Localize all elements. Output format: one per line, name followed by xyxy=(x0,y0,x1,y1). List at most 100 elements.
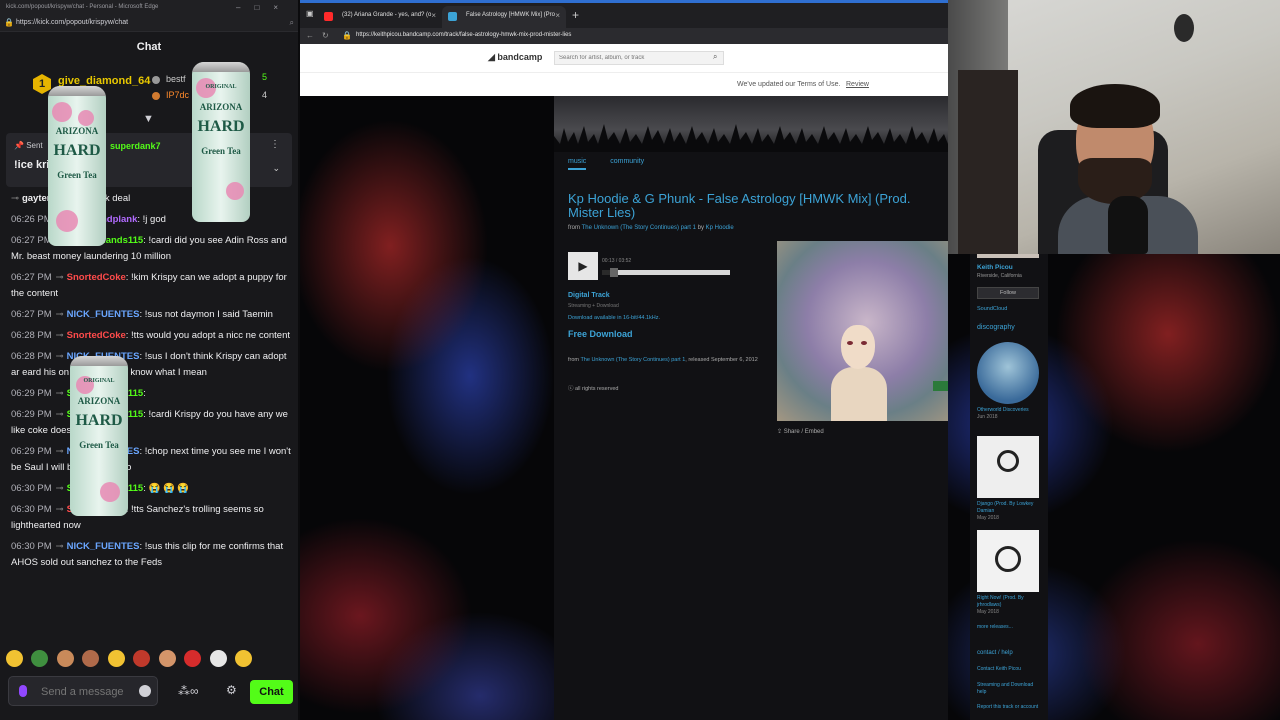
emote-icon[interactable] xyxy=(82,650,100,667)
address-url[interactable]: https://keithpicou.bandcamp.com/track/fa… xyxy=(356,32,571,38)
streaming-help-link[interactable]: Streaming and Download help xyxy=(977,682,1043,696)
emote-icon[interactable] xyxy=(235,650,253,667)
emoji-picker-icon[interactable] xyxy=(139,685,151,697)
send-chat-button[interactable]: Chat xyxy=(250,680,293,704)
message-username[interactable]: SnortedCoke xyxy=(67,330,126,341)
terms-review-link[interactable]: Review xyxy=(846,81,869,88)
artist-name[interactable]: Keith Picou xyxy=(977,264,1013,271)
more-options-icon[interactable]: ⋮ xyxy=(270,139,280,150)
emote-icon[interactable] xyxy=(107,650,125,667)
emote-icon[interactable] xyxy=(158,650,176,667)
cover-figure-face xyxy=(841,325,875,369)
progress-bar[interactable] xyxy=(602,268,730,277)
chevron-down-icon[interactable]: ⌄ xyxy=(272,163,280,174)
leaderboard-toggle-icon[interactable]: ▼ xyxy=(143,113,154,125)
follow-button[interactable]: Follow xyxy=(977,287,1039,299)
emote-icon[interactable] xyxy=(6,650,23,667)
rank-2-icon xyxy=(152,76,160,84)
user-badge-icon: ⊸ xyxy=(11,193,19,204)
contact-artist-link[interactable]: Contact Keith Picou xyxy=(977,666,1043,673)
search-icon[interactable]: ⌕ xyxy=(713,52,717,62)
pinned-text: !ice kri xyxy=(14,159,50,171)
play-button[interactable]: ▶ xyxy=(568,252,598,280)
release-caption[interactable]: Django (Prod. By Lowkey Damian May 2018 xyxy=(977,501,1043,522)
emote-icon[interactable] xyxy=(184,650,202,667)
kick-points-icon[interactable]: ⁂∞ xyxy=(178,684,199,698)
tab-bandcamp[interactable]: False Astrology [HMWK Mix] (Pro × xyxy=(442,6,566,28)
share-embed-link[interactable]: ⇪ Share / Embed xyxy=(777,428,824,435)
can-flavor: Green Tea xyxy=(57,170,97,180)
user-badge-icon: ⊸ xyxy=(55,272,64,283)
user-badge-icon: ⊸ xyxy=(55,483,64,494)
bandcamp-header: ◢ bandcamp ⌕ xyxy=(300,44,948,72)
more-releases-link[interactable]: more releases... xyxy=(977,624,1043,631)
message-input-box[interactable] xyxy=(8,676,158,706)
lock-icon: 🔒 xyxy=(4,18,14,27)
window-controls[interactable]: –□× xyxy=(236,3,292,12)
soundcloud-link[interactable]: SoundCloud xyxy=(977,306,1007,312)
message-input[interactable] xyxy=(41,683,141,701)
bandcamp-search-input[interactable] xyxy=(554,51,724,65)
release-caption[interactable]: Right Now! (Prod. By jrhrodlaws) May 2018 xyxy=(977,595,1043,616)
emote-icon[interactable] xyxy=(209,650,227,667)
chat-window-titlebar: kick.com/popout/krispyw/chat - Personal … xyxy=(0,0,298,16)
release-title: Django (Prod. By Lowkey Damian xyxy=(977,501,1034,514)
leaderboard-third-name[interactable]: IP7dc xyxy=(166,90,189,100)
can-brand: ARIZONA xyxy=(199,102,243,112)
address-bar[interactable]: ← ↻ 🔒 https://keithpicou.bandcamp.com/tr… xyxy=(300,28,948,44)
artist-link[interactable]: Kp Hoodie xyxy=(706,225,734,231)
tab-youtube[interactable]: (32) Ariana Grande - yes, and? (o × xyxy=(318,6,442,28)
album-link[interactable]: The Unknown (The Story Continues) part 1 xyxy=(582,225,696,231)
player-time: 00:13 / 03:52 xyxy=(602,258,632,264)
message-username[interactable]: SnortedCoke xyxy=(67,272,126,283)
chat-window-title: kick.com/popout/krispyw/chat - Personal … xyxy=(6,4,159,10)
chat-message: 06:29 PM⊸Sticky_hands115: !cardi Krispy … xyxy=(11,407,291,439)
can-hard: HARD xyxy=(75,412,123,429)
chat-message: 06:29 PM⊸NICK_FUENTES: !chop next time y… xyxy=(11,444,291,476)
message-text: !tts would you adopt a nicc ne content xyxy=(131,330,291,341)
chain-icon xyxy=(997,450,1019,472)
close-icon[interactable]: × xyxy=(555,11,560,20)
progress-handle[interactable] xyxy=(609,268,618,277)
chat-message: 06:28 PM ⊸ SnortedCoke: !tts would you ado… xyxy=(11,328,291,344)
contact-help-heading: contact / help xyxy=(977,650,1013,656)
release-album-link[interactable]: The Unknown (The Story Continues) part 1 xyxy=(580,357,685,363)
bandcamp-logo[interactable]: ◢ bandcamp xyxy=(488,52,542,63)
refresh-icon[interactable]: ↻ xyxy=(322,31,329,40)
message-username[interactable]: NICK_FUENTES xyxy=(67,541,140,552)
emote-icon[interactable] xyxy=(133,650,151,667)
webcam-lamp xyxy=(1174,14,1194,42)
microphone-icon[interactable] xyxy=(19,685,27,697)
pinned-user[interactable]: superdank7 xyxy=(110,141,161,151)
tab-actions-icon[interactable]: ▣ xyxy=(306,9,314,18)
pin-icon: 📌 Sent xyxy=(14,141,43,150)
report-link[interactable]: Report this track or account xyxy=(977,704,1043,711)
message-username[interactable]: NICK_FUENTES xyxy=(67,309,140,320)
chat-url-bar[interactable]: 🔒 https://kick.com/popout/krispyw/chat ⌕ xyxy=(0,16,298,32)
tab-community[interactable]: community xyxy=(610,158,644,165)
release-thumb[interactable] xyxy=(977,342,1039,404)
message-timestamp: 06:27 PM xyxy=(11,309,52,320)
share-label: Share / Embed xyxy=(783,429,824,435)
cover-figure-body xyxy=(831,367,887,421)
back-icon[interactable]: ← xyxy=(306,31,314,40)
new-tab-icon[interactable]: + xyxy=(572,8,579,22)
release-title: Otherworld Discoveries xyxy=(977,407,1029,413)
discography-heading[interactable]: discography xyxy=(977,324,1015,331)
release-thumb[interactable] xyxy=(977,436,1039,498)
leaderboard-second-name[interactable]: bestf xyxy=(166,74,186,84)
zoom-icon[interactable]: ⌕ xyxy=(290,18,294,28)
digital-track-link[interactable]: Digital Track xyxy=(568,292,610,299)
album-cover-art[interactable] xyxy=(777,241,948,421)
message-timestamp: 06:29 PM xyxy=(11,388,52,399)
emote-icon[interactable] xyxy=(56,650,74,667)
emote-icon[interactable] xyxy=(31,650,49,667)
release-thumb[interactable] xyxy=(977,530,1039,592)
gear-icon[interactable]: ⚙ xyxy=(226,683,237,697)
close-icon[interactable]: × xyxy=(431,11,436,20)
free-download-button[interactable]: Free Download xyxy=(568,329,633,339)
tab-music[interactable]: music xyxy=(568,158,587,170)
can-flavor: Green Tea xyxy=(201,146,241,156)
cover-eye xyxy=(847,341,853,345)
release-caption[interactable]: Otherworld Discoveries Jun 2018 xyxy=(977,407,1043,421)
